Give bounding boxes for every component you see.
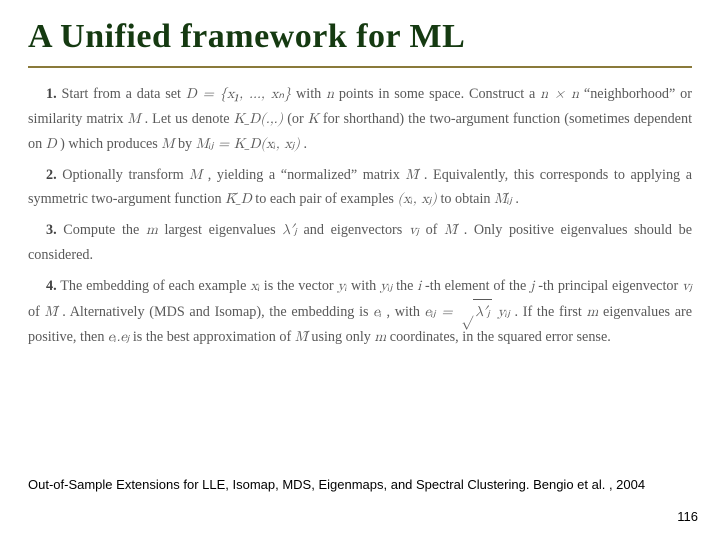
text: largest eigenvalues	[164, 222, 282, 238]
step-2: 2. Optionally transform M , yielding a “…	[28, 163, 692, 213]
math: M̃	[45, 305, 58, 319]
math: (xᵢ, xⱼ)	[398, 192, 437, 206]
text: Start from a data set	[62, 86, 186, 102]
math: M	[189, 168, 202, 182]
page-number: 116	[677, 509, 698, 524]
text: -th principal eigenvector	[538, 278, 682, 294]
math: Mᵢⱼ = K_D(xᵢ, xⱼ)	[196, 137, 300, 151]
math: K_D(.,.)	[234, 112, 283, 126]
math: yᵢ	[337, 279, 347, 293]
slide: A Unified framework for ML 1. Start from…	[0, 0, 720, 540]
title-rule: A Unified framework for ML	[28, 18, 692, 68]
math: M̃	[444, 223, 457, 237]
text: . Alternatively (MDS and Isomap), the em…	[62, 304, 373, 320]
text: -th element of the	[425, 278, 530, 294]
step-3: 3. Compute the m largest eigenvalues λ′ⱼ…	[28, 218, 692, 268]
body-text: 1. Start from a data set D = {x₁, …, xₙ}…	[28, 82, 692, 349]
text: The embedding of each example	[60, 278, 250, 294]
step-number: 2.	[46, 167, 57, 183]
text: to obtain	[440, 191, 494, 207]
math: eᵢ	[373, 305, 382, 319]
math: eᵢ.eⱼ	[108, 330, 129, 344]
text: .	[515, 191, 519, 207]
text: Compute the	[63, 222, 146, 238]
text: with	[351, 278, 380, 294]
math: eᵢⱼ =	[425, 305, 459, 319]
math: M̃	[405, 168, 418, 182]
math: yᵢⱼ	[492, 305, 510, 319]
text: is the vector	[264, 278, 338, 294]
math: M	[128, 112, 141, 126]
math: D	[46, 137, 57, 151]
math: n × n	[540, 87, 579, 101]
step-4: 4. The embedding of each example xᵢ is t…	[28, 274, 692, 350]
slide-title: A Unified framework for ML	[28, 18, 692, 56]
text: . If the first	[515, 304, 587, 320]
math: vⱼ	[409, 223, 419, 237]
math: m	[587, 305, 599, 319]
step-number: 1.	[46, 86, 57, 102]
math: xᵢ	[250, 279, 260, 293]
math: yᵢⱼ	[380, 279, 392, 293]
text: the	[396, 278, 417, 294]
text: (or	[287, 111, 308, 127]
text: of	[28, 304, 45, 320]
text: coordinates, in the squared error sense.	[390, 329, 611, 345]
math: M̃	[295, 330, 308, 344]
text: , yielding a “normalized” matrix	[208, 167, 406, 183]
math: vⱼ	[682, 279, 692, 293]
text: , with	[386, 304, 424, 320]
math: M	[161, 137, 174, 151]
math: m	[374, 330, 386, 344]
text: Optionally transform	[62, 167, 189, 183]
text: using only	[311, 329, 374, 345]
text: points in some space. Construct a	[339, 86, 540, 102]
math: M̃ᵢⱼ	[494, 192, 512, 206]
text: is the best approximation of	[133, 329, 295, 345]
math: K	[308, 112, 319, 126]
step-number: 3.	[46, 222, 57, 238]
math: m	[146, 223, 158, 237]
text: ) which produces	[60, 136, 161, 152]
text: and eigenvectors	[303, 222, 408, 238]
math: D = {x₁, …, xₙ}	[186, 87, 291, 101]
math: j	[530, 279, 534, 293]
step-1: 1. Start from a data set D = {x₁, …, xₙ}…	[28, 82, 692, 157]
radical: √λ′ⱼ	[458, 299, 491, 325]
text: . Let us denote	[145, 111, 234, 127]
radicand: λ′ⱼ	[473, 299, 492, 325]
text: by	[178, 136, 196, 152]
text: of	[426, 222, 444, 238]
math: i	[417, 279, 421, 293]
text: to each pair of examples	[255, 191, 397, 207]
text: with	[296, 86, 326, 102]
step-number: 4.	[46, 278, 57, 294]
math: λ′ⱼ	[282, 223, 297, 237]
math: K̃_D	[225, 192, 252, 206]
text: .	[303, 136, 307, 152]
math: n	[326, 87, 334, 101]
citation: Out-of-Sample Extensions for LLE, Isomap…	[28, 477, 645, 492]
